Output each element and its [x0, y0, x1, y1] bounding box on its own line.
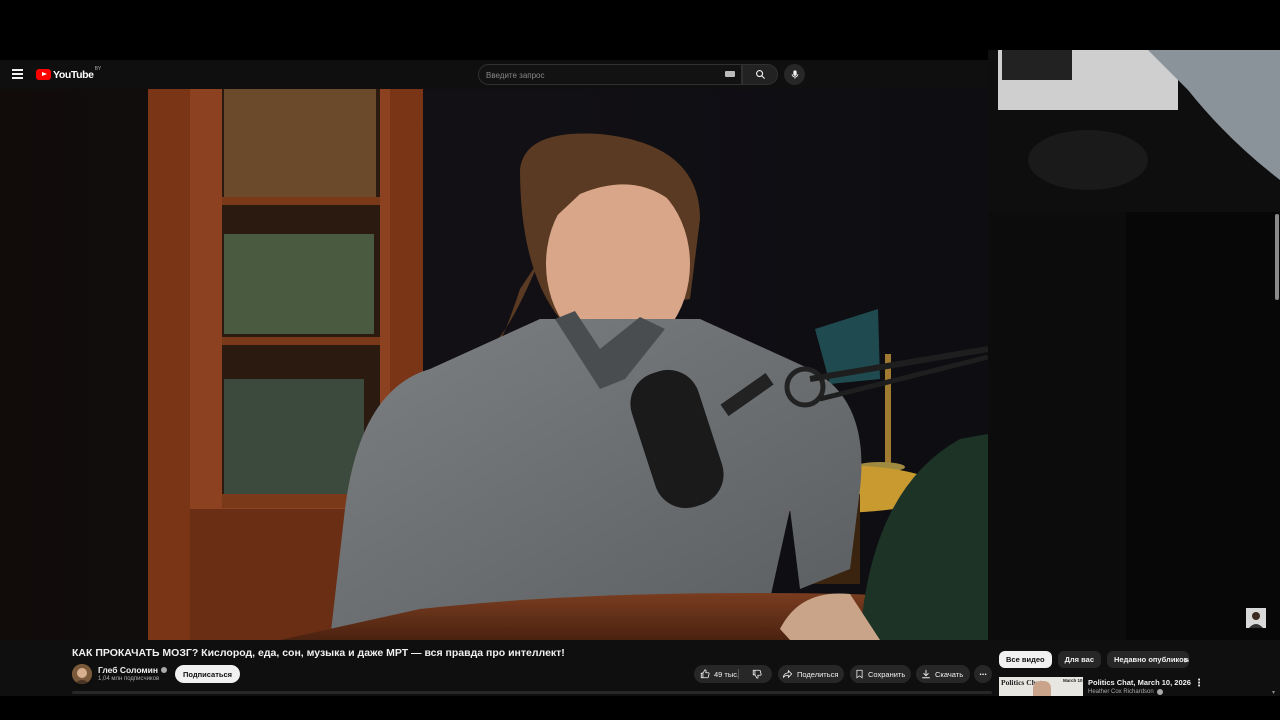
thumbnail-face — [1033, 681, 1051, 696]
youtube-logo[interactable]: YouTube BY — [36, 65, 102, 81]
sidebar-dark-panel — [988, 212, 1280, 640]
recommendation-thumbnail[interactable]: Politics Chat March 10 — [999, 677, 1083, 696]
search-box — [478, 64, 742, 85]
description-box-edge — [72, 691, 992, 694]
save-label: Сохранить — [868, 669, 906, 679]
viewer-avatar[interactable] — [1246, 608, 1266, 628]
channel-avatar[interactable] — [72, 664, 92, 684]
scroll-down-arrow-icon[interactable]: ▾ — [1272, 689, 1275, 696]
top-black-band — [0, 0, 1280, 50]
channel-name[interactable]: Глеб Соломин — [98, 665, 168, 675]
verified-icon — [161, 667, 168, 673]
youtube-play-icon — [36, 69, 51, 80]
microphone-icon — [791, 70, 798, 79]
verified-icon — [1156, 689, 1163, 695]
like-count[interactable]: 49 тыс. — [714, 670, 739, 679]
share-button[interactable]: Поделиться — [778, 665, 844, 683]
logo-text: YouTube — [53, 68, 94, 81]
chevron-right-icon[interactable]: › — [1184, 655, 1187, 666]
search-button[interactable] — [742, 64, 778, 85]
video-title: КАК ПРОКАЧАТЬ МОЗГ? Кислород, еда, сон, … — [72, 647, 565, 659]
hamburger-menu-icon[interactable] — [12, 69, 23, 79]
download-label: Скачать — [935, 669, 964, 679]
thumbs-up-icon[interactable] — [700, 669, 710, 679]
save-button[interactable]: Сохранить — [850, 665, 911, 683]
like-dislike-group: 49 тыс. — [694, 665, 772, 683]
more-actions-button[interactable]: ⋯ — [974, 665, 992, 683]
search-input[interactable] — [479, 66, 719, 85]
recommendation-author[interactable]: Heather Cox Richardson — [1088, 689, 1163, 695]
chip-all-videos[interactable]: Все видео — [999, 651, 1052, 668]
logo-country-code: BY — [94, 65, 102, 72]
voice-search-button[interactable] — [784, 64, 805, 85]
scrollbar-thumb[interactable] — [1275, 214, 1279, 300]
thumbnail-date: March 10 — [1063, 678, 1083, 683]
youtube-header: YouTube BY — [0, 60, 988, 89]
subscribe-button[interactable]: Подписаться — [175, 665, 241, 683]
chip-for-you[interactable]: Для вас — [1057, 651, 1101, 668]
subscriber-count: 1,04 млн подписчиков — [98, 676, 160, 682]
video-player[interactable] — [0, 89, 988, 640]
keyboard-icon[interactable] — [725, 71, 735, 77]
download-button[interactable]: Скачать — [916, 665, 970, 683]
channel-name-text: Глеб Соломин — [98, 665, 159, 675]
like-divider — [738, 669, 739, 679]
share-label: Поделиться — [797, 669, 839, 679]
search-icon — [755, 70, 765, 80]
webcam-overlay — [988, 50, 1280, 212]
bottom-black-band — [0, 696, 1280, 720]
bookmark-icon — [856, 669, 863, 679]
recommendation-author-name: Heather Cox Richardson — [1088, 689, 1154, 695]
download-icon — [922, 669, 930, 679]
chip-recently-published[interactable]: Недавно опубликованные — [1107, 651, 1189, 668]
recommendation-chips: Все видео Для вас Недавно опубликованные — [999, 651, 1189, 668]
video-info-bar: КАК ПРОКАЧАТЬ МОЗГ? Кислород, еда, сон, … — [0, 640, 1280, 696]
recommendation-menu-icon[interactable]: ⋮ — [1194, 678, 1204, 689]
thumbs-down-icon[interactable] — [752, 669, 762, 679]
share-icon — [782, 669, 793, 679]
recommendation-title[interactable]: Politics Chat, March 10, 2026 — [1088, 678, 1191, 687]
